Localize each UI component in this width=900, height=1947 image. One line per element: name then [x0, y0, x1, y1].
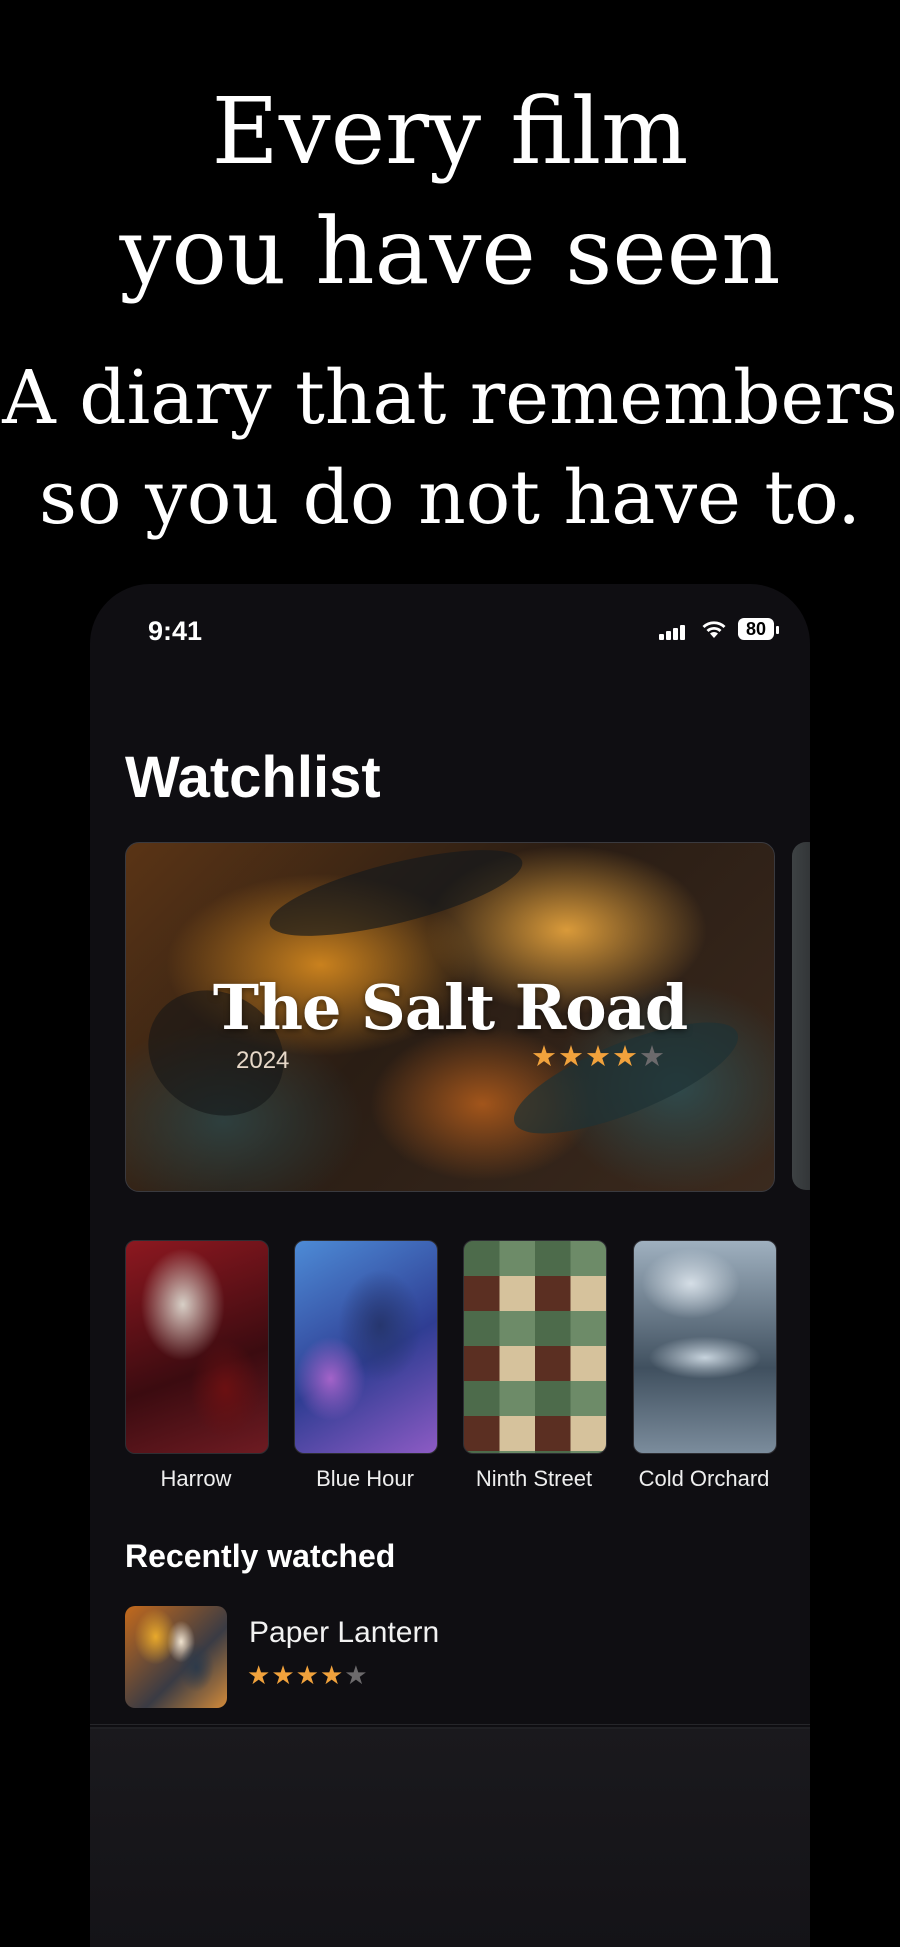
- battery-icon: 80: [738, 618, 774, 640]
- star-filled-icon: ★: [295, 1660, 320, 1690]
- hero-artwork-stroke: [262, 843, 530, 954]
- star-empty-icon: ★: [639, 1041, 666, 1073]
- star-filled-icon: ★: [585, 1041, 612, 1073]
- poster-title: Harrow: [160, 1466, 232, 1491]
- battery-cap: [776, 626, 779, 634]
- section-heading: Recently watched: [125, 1538, 396, 1574]
- star-filled-icon: ★: [319, 1660, 345, 1690]
- star-filled-icon: ★: [612, 1041, 639, 1073]
- page-title: Watchlist: [125, 745, 381, 810]
- cellular-signal-icon: [659, 622, 687, 640]
- poster-title: Blue Hour: [316, 1466, 414, 1491]
- poster-art: [463, 1240, 607, 1454]
- bottom-panel: [90, 1727, 810, 1947]
- subheadline-line-2: so you do not have to.: [39, 455, 861, 541]
- next-card-peek[interactable]: [792, 842, 810, 1190]
- marketing-headline: Every film you have seen: [0, 72, 900, 312]
- star-filled-icon: ★: [247, 1660, 272, 1690]
- status-time: 9:41: [148, 616, 203, 646]
- poster-item[interactable]: Cold Orchard: [633, 1240, 777, 1492]
- divider: [90, 1724, 810, 1725]
- list-item-title: Paper Lantern: [249, 1616, 440, 1649]
- featured-rating-stars: ★★★★★: [531, 1039, 666, 1074]
- poster-item[interactable]: Blue Hour: [294, 1240, 438, 1492]
- phone-screen: 9:41 80 Watchlist The Salt Road 2024 ★★★…: [90, 584, 810, 1947]
- marketing-subheadline: A diary that remembers so you do not hav…: [0, 348, 900, 548]
- star-filled-icon: ★: [558, 1041, 585, 1073]
- star-filled-icon: ★: [271, 1660, 296, 1690]
- poster-art: [125, 1240, 269, 1454]
- subheadline-line-1: A diary that remembers: [2, 355, 898, 441]
- featured-card[interactable]: The Salt Road 2024 ★★★★★: [125, 842, 775, 1192]
- star-empty-icon: ★: [344, 1660, 369, 1690]
- poster-row: Harrow Blue Hour Ninth Street Cold Orcha…: [125, 1240, 777, 1500]
- featured-title: The Salt Road: [212, 971, 688, 1044]
- list-item[interactable]: Paper Lantern ★★★★★: [125, 1606, 745, 1710]
- headline-line-2: you have seen: [119, 198, 781, 305]
- poster-art: [294, 1240, 438, 1454]
- star-filled-icon: ★: [531, 1041, 558, 1073]
- headline-line-1: Every film: [211, 78, 689, 185]
- poster-title: Ninth Street: [475, 1466, 593, 1491]
- poster-item[interactable]: Harrow: [125, 1240, 269, 1492]
- poster-item[interactable]: Ninth Street: [463, 1240, 607, 1492]
- poster-title: Cold Orchard: [638, 1466, 770, 1491]
- status-bar: 9:41 80: [90, 608, 810, 652]
- featured-year: 2024: [236, 1047, 290, 1074]
- wifi-icon: [702, 621, 726, 638]
- poster-art: [633, 1240, 777, 1454]
- list-item-thumbnail: [125, 1606, 227, 1708]
- list-item-rating-stars: ★★★★★: [247, 1660, 369, 1691]
